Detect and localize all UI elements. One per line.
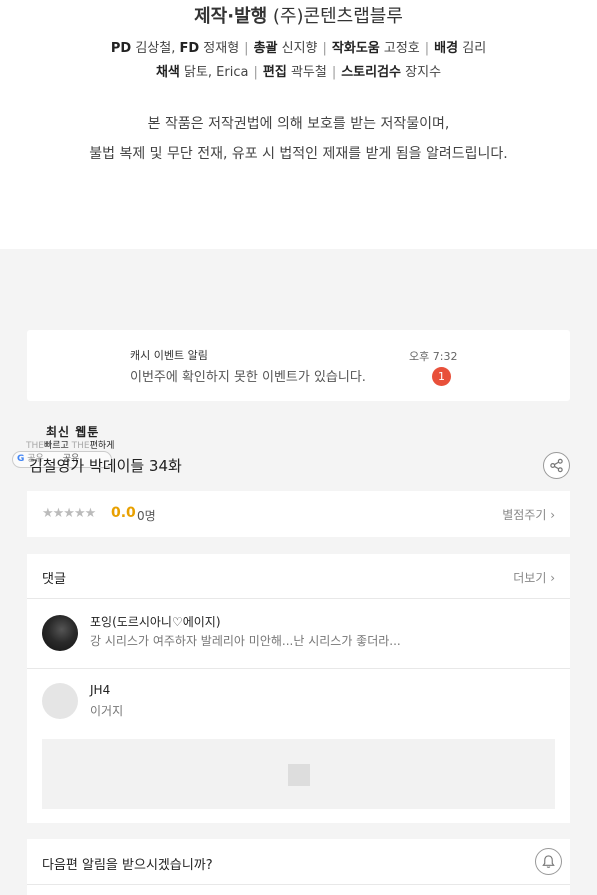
credit-name: 정재형 bbox=[203, 41, 240, 56]
rater-count: 0명 bbox=[137, 509, 156, 523]
credits-line-1: PD 김상철, FD 정재형 | 총괄 신지향 | 작화도움 고정호 | 배경 김리 bbox=[0, 37, 597, 56]
comment-divider bbox=[27, 668, 570, 669]
comments-card: 댓글 더보기 › 포잉(도르시아니♡에이지) 강 시리스가 여주하자 발레리아 … bbox=[27, 554, 570, 823]
comment-image-placeholder bbox=[42, 739, 555, 809]
share-button[interactable] bbox=[543, 452, 570, 479]
credits-line-2: 채색 닭토, Erica | 편집 곽두철 | 스토리검수 장지수 bbox=[0, 61, 597, 80]
credit-separator: | bbox=[424, 41, 430, 56]
notice-badge: 1 bbox=[432, 367, 451, 386]
credit-name: 장지수 bbox=[405, 65, 442, 80]
notice-text: 이번주에 확인하지 못한 이벤트가 있습니다. bbox=[130, 370, 366, 385]
comments-title: 댓글 bbox=[42, 572, 66, 587]
rate-button[interactable]: 별점주기 › bbox=[502, 506, 555, 523]
credit-separator: | bbox=[244, 41, 249, 56]
credit-role: FD bbox=[179, 41, 200, 56]
credit-separator: | bbox=[322, 41, 327, 56]
overlay-tagline: THE빠르고 THE편하게 bbox=[26, 441, 115, 451]
avatar bbox=[42, 615, 78, 651]
credits-title: 제작·발행 (주)콘텐츠랩블루 bbox=[194, 6, 403, 27]
episode-title: 김철영가 박데이들 34화 bbox=[29, 457, 182, 475]
credit-name: 김상철, bbox=[135, 41, 176, 56]
credits-section: 제작·발행 (주)콘텐츠랩블루 PD 김상철, FD 정재형 | 총괄 신지향 | 작화… bbox=[0, 0, 597, 249]
comment-text: 강 시리스가 여주하자 발레리아 미안해...난 시리스가 좋더라... bbox=[90, 634, 401, 648]
share-icon bbox=[550, 458, 563, 473]
credit-separator: | bbox=[331, 65, 337, 80]
credit-name: 닭토, Erica bbox=[184, 65, 249, 80]
next-episode-alert-text: 다음편 알림을 받으시겠습니까? bbox=[42, 858, 213, 873]
credit-role: 스토리검수 bbox=[341, 65, 402, 80]
credit-role: 편집 bbox=[262, 65, 287, 80]
next-episode-alert-card: 다음편 알림을 받으시겠습니까? bbox=[27, 839, 570, 895]
credit-role: PD bbox=[110, 41, 132, 56]
credit-role: 작화도움 bbox=[331, 41, 380, 56]
credit-name: 신지향 bbox=[281, 41, 318, 56]
comments-more-link[interactable]: 더보기 › bbox=[513, 569, 555, 586]
credit-name: 고정호 bbox=[383, 41, 420, 56]
notify-button[interactable] bbox=[535, 848, 562, 875]
image-placeholder-icon bbox=[288, 764, 310, 786]
google-icon: G bbox=[17, 454, 25, 464]
comments-header: 댓글 더보기 › bbox=[27, 554, 570, 599]
comment-author: 포잉(도르시아니♡에이지) bbox=[90, 615, 221, 629]
next-card-divider bbox=[27, 884, 570, 885]
avatar bbox=[42, 683, 78, 719]
notice-title: 캐시 이벤트 알림 bbox=[130, 349, 208, 362]
comment-author: JH4 bbox=[90, 683, 111, 697]
rating-card: ★★★★★ 0.0 0명 별점주기 › bbox=[27, 491, 570, 537]
rating-stars: ★★★★★ bbox=[42, 506, 96, 521]
credit-role: 채색 bbox=[155, 65, 180, 80]
notice-time: 오후 7:32 bbox=[409, 350, 458, 363]
bell-icon bbox=[542, 855, 555, 868]
credit-role: 배경 bbox=[434, 41, 459, 56]
credit-name: 김리 bbox=[462, 41, 487, 56]
comment-text: 이거지 bbox=[90, 704, 124, 718]
copyright-line-1: 본 작품은 저작권법에 의해 보호를 받는 저작물이며, bbox=[147, 116, 450, 132]
credit-name: 곽두철 bbox=[290, 65, 327, 80]
credit-separator: | bbox=[253, 65, 258, 80]
copyright-line-2: 불법 복제 및 무단 전재, 유포 시 법적인 제재를 받게 됨을 알려드립니다… bbox=[89, 146, 508, 162]
cash-event-notice[interactable]: 캐시 이벤트 알림 이번주에 확인하지 못한 이벤트가 있습니다. 오후 7:3… bbox=[27, 330, 570, 401]
rating-score: 0.0 bbox=[111, 505, 136, 521]
credit-role: 총괄 bbox=[253, 41, 278, 56]
